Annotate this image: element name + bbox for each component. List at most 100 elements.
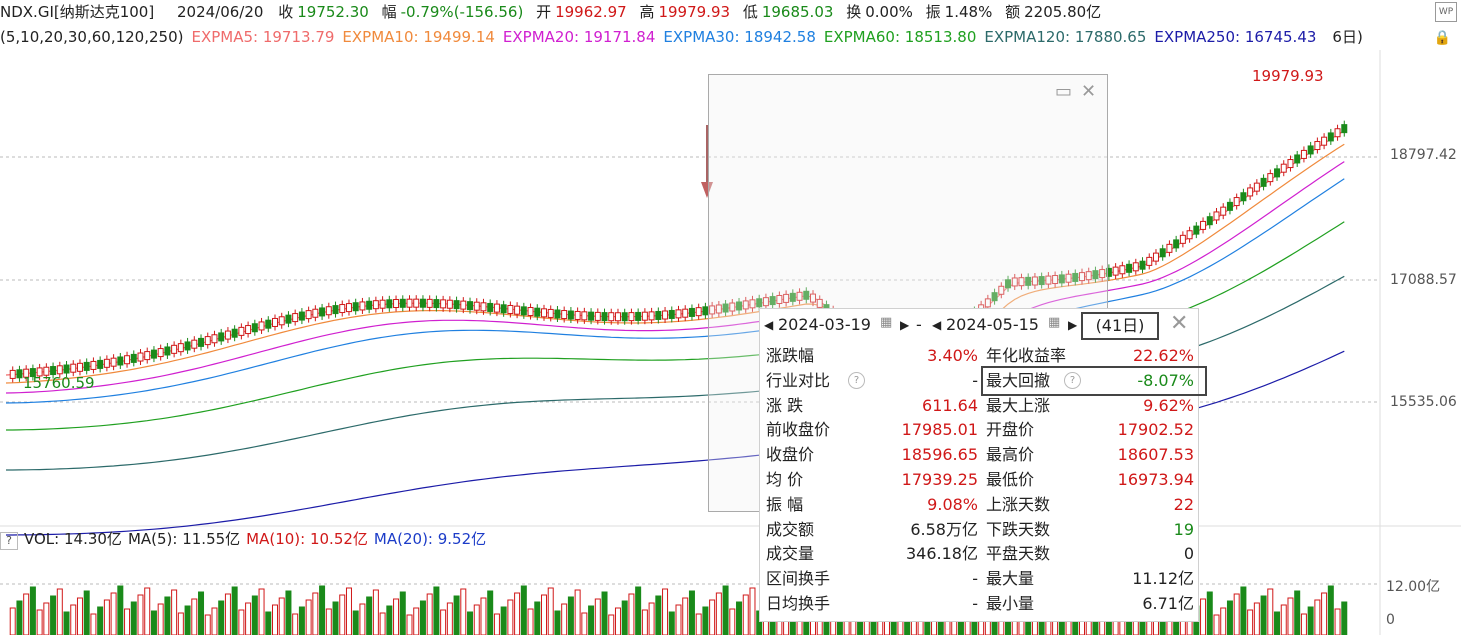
volume-bar [1280,604,1287,635]
candle-body [1307,145,1314,155]
candle-body [1321,136,1328,146]
candle-body [453,300,460,310]
candle-body [1233,197,1240,207]
expma-item: EXPMA20: 19171.84 [502,28,656,46]
stats-value: 22 [1173,494,1194,514]
candle-body [211,334,218,344]
vol-value: VOL: 14.30亿 [24,530,122,548]
candle-body [581,311,588,321]
change-label: 幅 [381,3,397,21]
volume-bar [715,592,722,635]
change-value: -0.79%(-156.56) [400,3,524,21]
stats-row: 涨 跌 611.64 最大上涨 9.62% [764,393,1196,418]
candle-body [1146,256,1153,266]
candle-body [601,312,608,322]
volume-bar [487,590,494,635]
volume-bar [1287,597,1294,635]
volume-bar [635,586,642,635]
close-value: 19752.30 [297,3,369,21]
volume-bar [50,595,57,635]
stats-key: 下跌天数 [986,519,1051,539]
volume-bar [614,607,621,635]
candle-body [292,313,299,323]
candle-body [467,301,474,311]
prev-start-arrow-icon[interactable]: ◀ [764,318,773,332]
candle-body [1159,248,1166,258]
volume-bar [29,586,36,635]
next-start-arrow-icon[interactable]: ▶ [900,318,909,332]
volume-bar [668,611,675,635]
volume-bar [332,601,339,635]
price-axis-label: 15535.06 [1390,394,1457,410]
volume-bar [177,612,184,635]
candle-body [662,310,669,320]
amplitude-value: 1.48% [944,3,993,21]
stats-key: 收盘价 [766,445,815,465]
candle-body [218,332,225,342]
symbol-name[interactable]: NDX.GI[纳斯达克100] [0,3,154,21]
volume-bar [561,603,568,635]
candle-body [359,301,366,311]
calendar-icon[interactable]: ▦ [1048,315,1060,330]
calendar-icon[interactable]: ▦ [880,315,892,330]
candle-body [682,308,689,318]
start-date[interactable]: 2024-03-19 [778,315,871,334]
candle-body [1126,263,1133,273]
amplitude-label: 振 [925,3,941,21]
candle-body [588,311,595,321]
stats-value: - [972,569,978,589]
candle-body [507,304,514,314]
expma-item: EXPMA5: 19713.79 [191,28,335,46]
volume-bar [43,602,50,635]
stats-key: 平盘天数 [986,544,1051,564]
high-label: 高 [639,3,655,21]
volume-bar [265,611,272,635]
volume-bar [352,610,359,635]
stats-value: 9.62% [1143,395,1194,415]
candle-body [1294,154,1301,164]
candle-body [1179,234,1186,244]
volume-bar [1233,593,1240,635]
volume-bar [171,589,178,635]
maximize-icon[interactable]: ▭ [1055,81,1072,102]
volume-bar [729,608,736,635]
volume-bar [702,606,709,635]
help-icon[interactable]: ? [0,532,18,550]
volume-bar [433,586,440,635]
candle-body [534,307,541,317]
candle-body [184,341,191,351]
volume-bar [446,602,453,635]
candle-body [130,353,137,363]
candle-body [1247,187,1254,197]
candle-body [171,344,178,354]
volume-bar [426,593,433,635]
volume-bar [1206,591,1213,635]
candle-body [238,326,245,336]
wp-icon[interactable]: WP [1435,2,1457,22]
candle-body [124,355,131,365]
stats-key: 均 价 [766,470,804,489]
interval-days[interactable]: (41日) [1081,312,1159,340]
end-date[interactable]: 2024-05-15 [946,315,1039,334]
help-icon[interactable]: ? [848,371,865,389]
close-icon[interactable]: ✕ [1170,311,1188,336]
price-axis-label: 17088.57 [1390,272,1457,288]
volume-bar [319,585,326,635]
expma-params[interactable]: (5,10,20,30,60,120,250) [0,28,183,46]
volume-bar [103,599,110,635]
vol-axis-label: 12.00亿 [1386,579,1441,595]
volume-bar [298,606,305,635]
candle-body [1327,132,1334,142]
candle-body [339,304,346,314]
stats-value: 346.18亿 [906,544,978,564]
stats-value: 16973.94 [1117,470,1194,489]
prev-end-arrow-icon[interactable]: ◀ [932,318,941,332]
volume-bar [709,599,716,635]
stats-key: 成交量 [766,544,815,564]
next-end-arrow-icon[interactable]: ▶ [1068,318,1077,332]
volume-bar [1226,600,1233,635]
stats-row: 收盘价 18596.65 最高价 18607.53 [764,442,1196,467]
low-label: 低 [742,3,758,21]
lock-icon[interactable]: 🔒 [1434,30,1451,46]
close-icon[interactable]: ✕ [1081,81,1096,102]
